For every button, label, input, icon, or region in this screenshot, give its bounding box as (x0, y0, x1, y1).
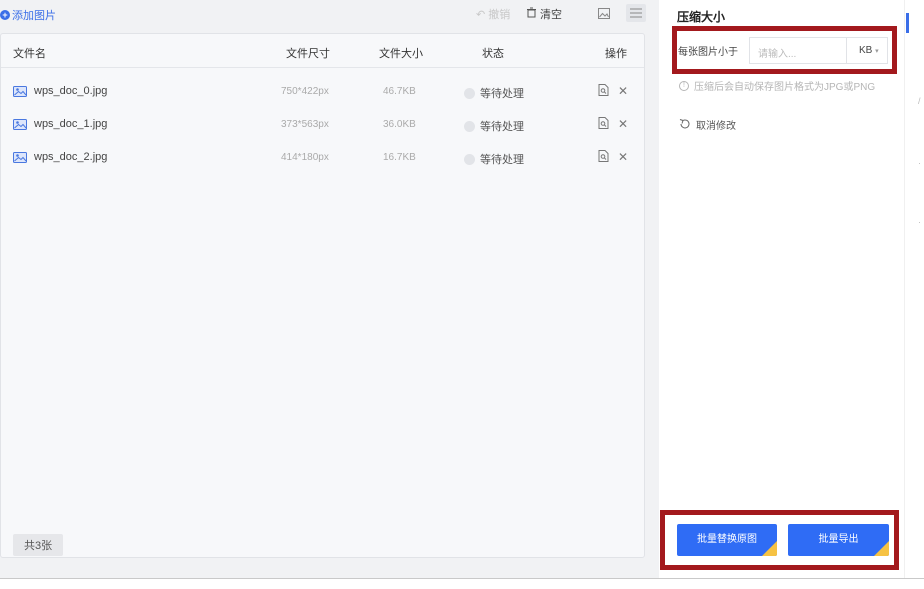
section-title: 压缩大小 (677, 10, 726, 24)
clear-label: 清空 (540, 9, 562, 21)
file-size: 36.0KB (383, 119, 416, 130)
file-size: 46.7KB (383, 86, 416, 97)
row-actions: ✕ (598, 150, 628, 165)
cancel-changes-link[interactable]: 取消修改 (679, 117, 736, 132)
rail-mark: · (918, 217, 921, 227)
annotation-box-actions (660, 510, 899, 570)
file-name: wps_doc_1.jpg (34, 118, 108, 130)
table-row: wps_doc_2.jpg 414*180px 16.7KB 等待处理 ✕ (1, 141, 644, 174)
list-view-icon[interactable] (626, 4, 646, 22)
undo-toolbar-button[interactable]: ↶ 撤销 (476, 6, 510, 22)
info-icon: ! (679, 80, 689, 91)
format-hint-text: 压缩后会自动保存图片格式为JPG或PNG (694, 82, 876, 93)
file-name-cell: wps_doc_0.jpg (13, 85, 107, 97)
file-dimensions: 373*563px (281, 119, 329, 130)
status-cell: 等待处理 (464, 118, 524, 134)
row-actions: ✕ (598, 84, 628, 99)
pending-status-icon (464, 87, 475, 99)
status-cell: 等待处理 (464, 85, 524, 101)
rail-mark: / (918, 96, 921, 106)
remove-icon[interactable]: ✕ (618, 84, 628, 99)
status-text: 等待处理 (480, 121, 524, 133)
trash-icon (526, 7, 537, 21)
settings-panel: 压缩大小 每张图片小于 请输入... KB ▾ ! 压缩后会自动保存图片格式为J… (659, 0, 904, 578)
pending-status-icon (464, 120, 475, 132)
status-text: 等待处理 (480, 154, 524, 166)
undo-toolbar-label: 撤销 (488, 9, 511, 21)
plus-icon: + (0, 10, 10, 20)
remove-icon[interactable]: ✕ (618, 150, 628, 165)
image-file-icon (13, 118, 28, 130)
status-cell: 等待处理 (464, 151, 524, 167)
image-file-icon (13, 151, 28, 163)
column-size: 文件大小 (379, 48, 423, 60)
column-dimensions: 文件尺寸 (286, 48, 330, 60)
column-name: 文件名 (13, 48, 46, 60)
toolbar: + 添加图片 ↶ 撤销 清空 (0, 0, 656, 30)
add-image-button[interactable]: + 添加图片 (0, 7, 56, 23)
status-text: 等待处理 (480, 88, 524, 100)
preview-icon[interactable] (598, 84, 609, 99)
file-size: 16.7KB (383, 152, 416, 163)
file-list-panel: 文件名 文件尺寸 文件大小 状态 操作 wps_doc_0.jpg 750*42… (0, 33, 645, 558)
file-dimensions: 750*422px (281, 86, 329, 97)
file-name: wps_doc_0.jpg (34, 85, 108, 97)
bottom-strip (0, 578, 924, 589)
preview-icon[interactable] (598, 117, 609, 132)
remove-icon[interactable]: ✕ (618, 117, 628, 132)
scroll-indicator (906, 13, 909, 33)
table-row: wps_doc_1.jpg 373*563px 36.0KB 等待处理 ✕ (1, 108, 644, 141)
file-name-cell: wps_doc_2.jpg (13, 151, 107, 163)
clear-button[interactable]: 清空 (526, 6, 562, 22)
cancel-changes-label: 取消修改 (696, 121, 736, 132)
format-hint: ! 压缩后会自动保存图片格式为JPG或PNG (679, 78, 875, 93)
file-count-badge: 共3张 (13, 534, 64, 556)
preview-icon[interactable] (598, 150, 609, 165)
image-file-icon (13, 85, 28, 97)
annotation-box-size-limit (672, 26, 897, 74)
row-actions: ✕ (598, 117, 628, 132)
file-dimensions: 414*180px (281, 152, 329, 163)
add-image-label: 添加图片 (12, 10, 56, 22)
rail-mark: · (918, 158, 921, 168)
column-status: 状态 (482, 48, 504, 60)
side-rail: / · · (904, 0, 924, 578)
table-row: wps_doc_0.jpg 750*422px 46.7KB 等待处理 ✕ (1, 75, 644, 108)
column-actions: 操作 (605, 48, 627, 60)
app-window: + 添加图片 ↶ 撤销 清空 文件名 文件尺寸 文件大小 状态 操作 wps_d… (0, 0, 924, 578)
file-name: wps_doc_2.jpg (34, 151, 108, 163)
pending-status-icon (464, 153, 475, 165)
reset-icon (679, 118, 691, 132)
grid-view-icon[interactable] (594, 4, 614, 22)
file-name-cell: wps_doc_1.jpg (13, 118, 107, 130)
undo-icon: ↶ (476, 8, 486, 21)
table-header: 文件名 文件尺寸 文件大小 状态 操作 (1, 34, 644, 68)
